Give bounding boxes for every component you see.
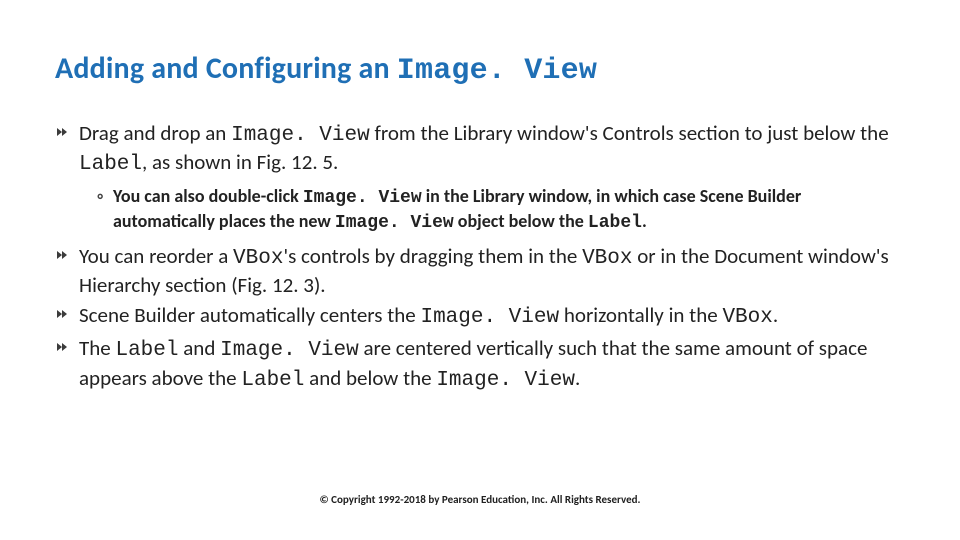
sub-bullet-item: You can also double-click Image. View in… xyxy=(97,185,905,235)
text-span: . xyxy=(642,210,647,232)
code-span: Image. View xyxy=(303,188,422,208)
title-text: Adding and Configuring an xyxy=(55,50,397,87)
text-span: Drag and drop an xyxy=(79,120,231,146)
text-span: You can reorder a xyxy=(79,243,233,269)
text-span: from the Library window's Controls secti… xyxy=(370,120,889,146)
text-span: and xyxy=(178,335,220,361)
code-span: Image. View xyxy=(231,124,370,147)
slide: Adding and Configuring an Image. View Dr… xyxy=(0,0,960,540)
code-span: Image. View xyxy=(436,369,575,392)
bullet-list: Drag and drop an Image. View from the Li… xyxy=(55,120,905,394)
sub-bullet-list: You can also double-click Image. View in… xyxy=(79,185,905,235)
text-span: object below the xyxy=(454,210,588,232)
code-span: VBox xyxy=(722,306,772,329)
text-span: Scene Builder automatically centers the xyxy=(79,302,420,328)
text-span: . xyxy=(575,365,580,391)
code-span: Label xyxy=(115,339,178,362)
code-span: Image. View xyxy=(220,339,359,362)
title-code: Image. View xyxy=(397,54,597,88)
text-span: horizontally in the xyxy=(559,302,722,328)
slide-title: Adding and Configuring an Image. View xyxy=(55,50,905,88)
text-span: You can also double-click xyxy=(113,185,303,207)
code-span: Label xyxy=(79,153,142,176)
bullet-item: You can reorder a VBox's controls by dra… xyxy=(57,243,905,299)
code-span: Image. View xyxy=(335,213,454,233)
code-span: VBox xyxy=(233,247,283,270)
code-span: Label xyxy=(241,369,304,392)
text-span: , as shown in Fig. 12. 5. xyxy=(142,149,338,175)
bullet-item: Drag and drop an Image. View from the Li… xyxy=(57,120,905,235)
text-span: 's controls by dragging them in the xyxy=(283,243,582,269)
bullet-item: Scene Builder automatically centers the … xyxy=(57,302,905,331)
text-span: The xyxy=(79,335,115,361)
text-span: . xyxy=(773,302,778,328)
code-span: Label xyxy=(588,213,642,233)
copyright-footer: © Copyright 1992-2018 by Pearson Educati… xyxy=(0,493,960,506)
bullet-item: The Label and Image. View are centered v… xyxy=(57,335,905,394)
code-span: Image. View xyxy=(420,306,559,329)
code-span: VBox xyxy=(582,247,632,270)
text-span: and below the xyxy=(304,365,436,391)
